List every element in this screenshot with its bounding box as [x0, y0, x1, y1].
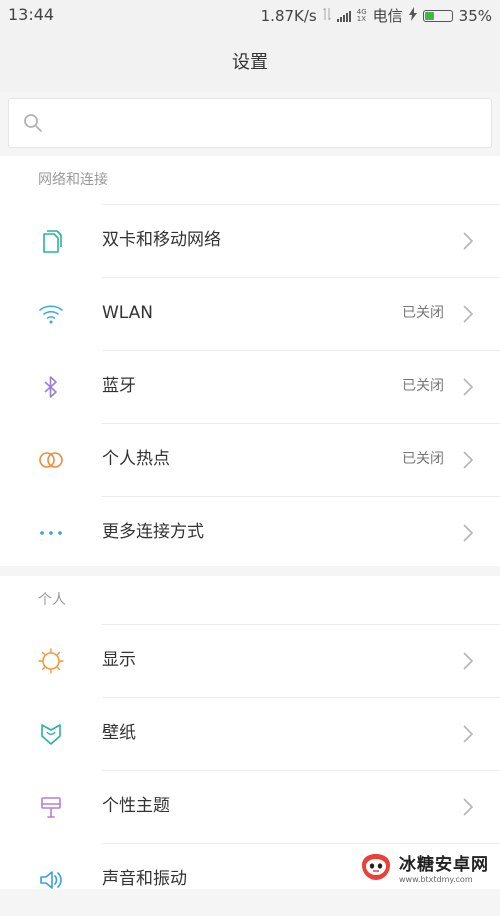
header: 设置: [0, 30, 500, 92]
speaker-icon: [40, 871, 62, 889]
item-status: 已关闭: [402, 378, 444, 394]
signal-strength-icon: [336, 10, 351, 22]
item-label: WLAN: [102, 303, 154, 323]
page-title: 设置: [232, 52, 268, 73]
search-icon: [24, 114, 42, 132]
carrier-name: 电信: [372, 7, 403, 25]
settings-item-wlan[interactable]: WLAN 已关闭: [0, 277, 500, 350]
battery-icon: [422, 9, 453, 22]
section-network: 网络和连接 双卡和移动网络 WLAN 已关闭 蓝牙 已关闭 个人热点 已关闭 更…: [0, 156, 500, 566]
settings-item-themes[interactable]: 个性主题: [0, 770, 500, 843]
item-label: 个人热点: [102, 449, 170, 469]
divider: [102, 697, 500, 698]
data-arrows-icon: [322, 7, 331, 25]
chevron-right-icon: [463, 725, 474, 743]
status-bar: 13:44 1.87K/s 4G 1X 电信 35%: [0, 0, 500, 30]
more-dots-icon: [40, 531, 62, 535]
sun-icon: [38, 648, 64, 674]
watermark-url: www.btxtdmy.com: [399, 875, 473, 884]
item-label: 个性主题: [102, 796, 170, 816]
chevron-right-icon: [463, 451, 474, 469]
settings-item-wallpaper[interactable]: 壁纸: [0, 697, 500, 770]
charging-icon: [408, 6, 417, 25]
watermark-text: 冰糖安卓网 www.btxtdmy.com: [399, 850, 489, 884]
chevron-right-icon: [463, 232, 474, 250]
sim-card-icon: [43, 230, 62, 253]
chevron-right-icon: [463, 798, 474, 816]
search-input[interactable]: [53, 109, 477, 141]
network-type-bottom: 1X: [356, 14, 366, 23]
theme-brush-icon: [41, 797, 61, 818]
chevron-right-icon: [463, 378, 474, 396]
section-title: 个人: [38, 592, 66, 608]
wifi-icon: [39, 305, 63, 324]
status-right: 1.87K/s 4G 1X 电信 35%: [261, 5, 492, 26]
section-title: 网络和连接: [38, 172, 108, 188]
chevron-right-icon: [463, 652, 474, 670]
status-time: 13:44: [8, 5, 55, 24]
divider: [102, 624, 500, 625]
settings-item-hotspot[interactable]: 个人热点 已关闭: [0, 423, 500, 496]
item-label: 蓝牙: [102, 376, 136, 396]
watermark: 冰糖安卓网 www.btxtdmy.com: [359, 849, 494, 885]
battery-level-fill: [424, 11, 435, 20]
battery-percent: 35%: [458, 6, 492, 25]
settings-item-dual-sim[interactable]: 双卡和移动网络: [0, 204, 500, 277]
item-label: 壁纸: [102, 723, 136, 743]
item-label: 更多连接方式: [102, 522, 204, 542]
item-label: 声音和振动: [102, 869, 187, 889]
search-box[interactable]: [8, 98, 492, 148]
bluetooth-icon: [44, 376, 57, 398]
chevron-right-icon: [463, 524, 474, 542]
section-personal: 个人 显示 壁纸 个性主题 声音和振动: [0, 576, 500, 889]
chevron-right-icon: [463, 305, 474, 323]
wallpaper-icon: [41, 724, 61, 745]
settings-item-more-connections[interactable]: 更多连接方式: [0, 496, 500, 569]
settings-item-bluetooth[interactable]: 蓝牙 已关闭: [0, 350, 500, 423]
item-label: 双卡和移动网络: [102, 230, 221, 250]
watermark-logo-icon: [362, 854, 390, 880]
network-type: 4G 1X: [356, 8, 367, 23]
item-status: 已关闭: [402, 305, 444, 321]
watermark-name: 冰糖安卓网: [399, 855, 489, 875]
item-label: 显示: [102, 650, 136, 670]
hotspot-icon: [39, 452, 63, 468]
item-status: 已关闭: [402, 451, 444, 467]
settings-item-display[interactable]: 显示: [0, 624, 500, 697]
network-speed: 1.87K/s: [260, 6, 317, 25]
